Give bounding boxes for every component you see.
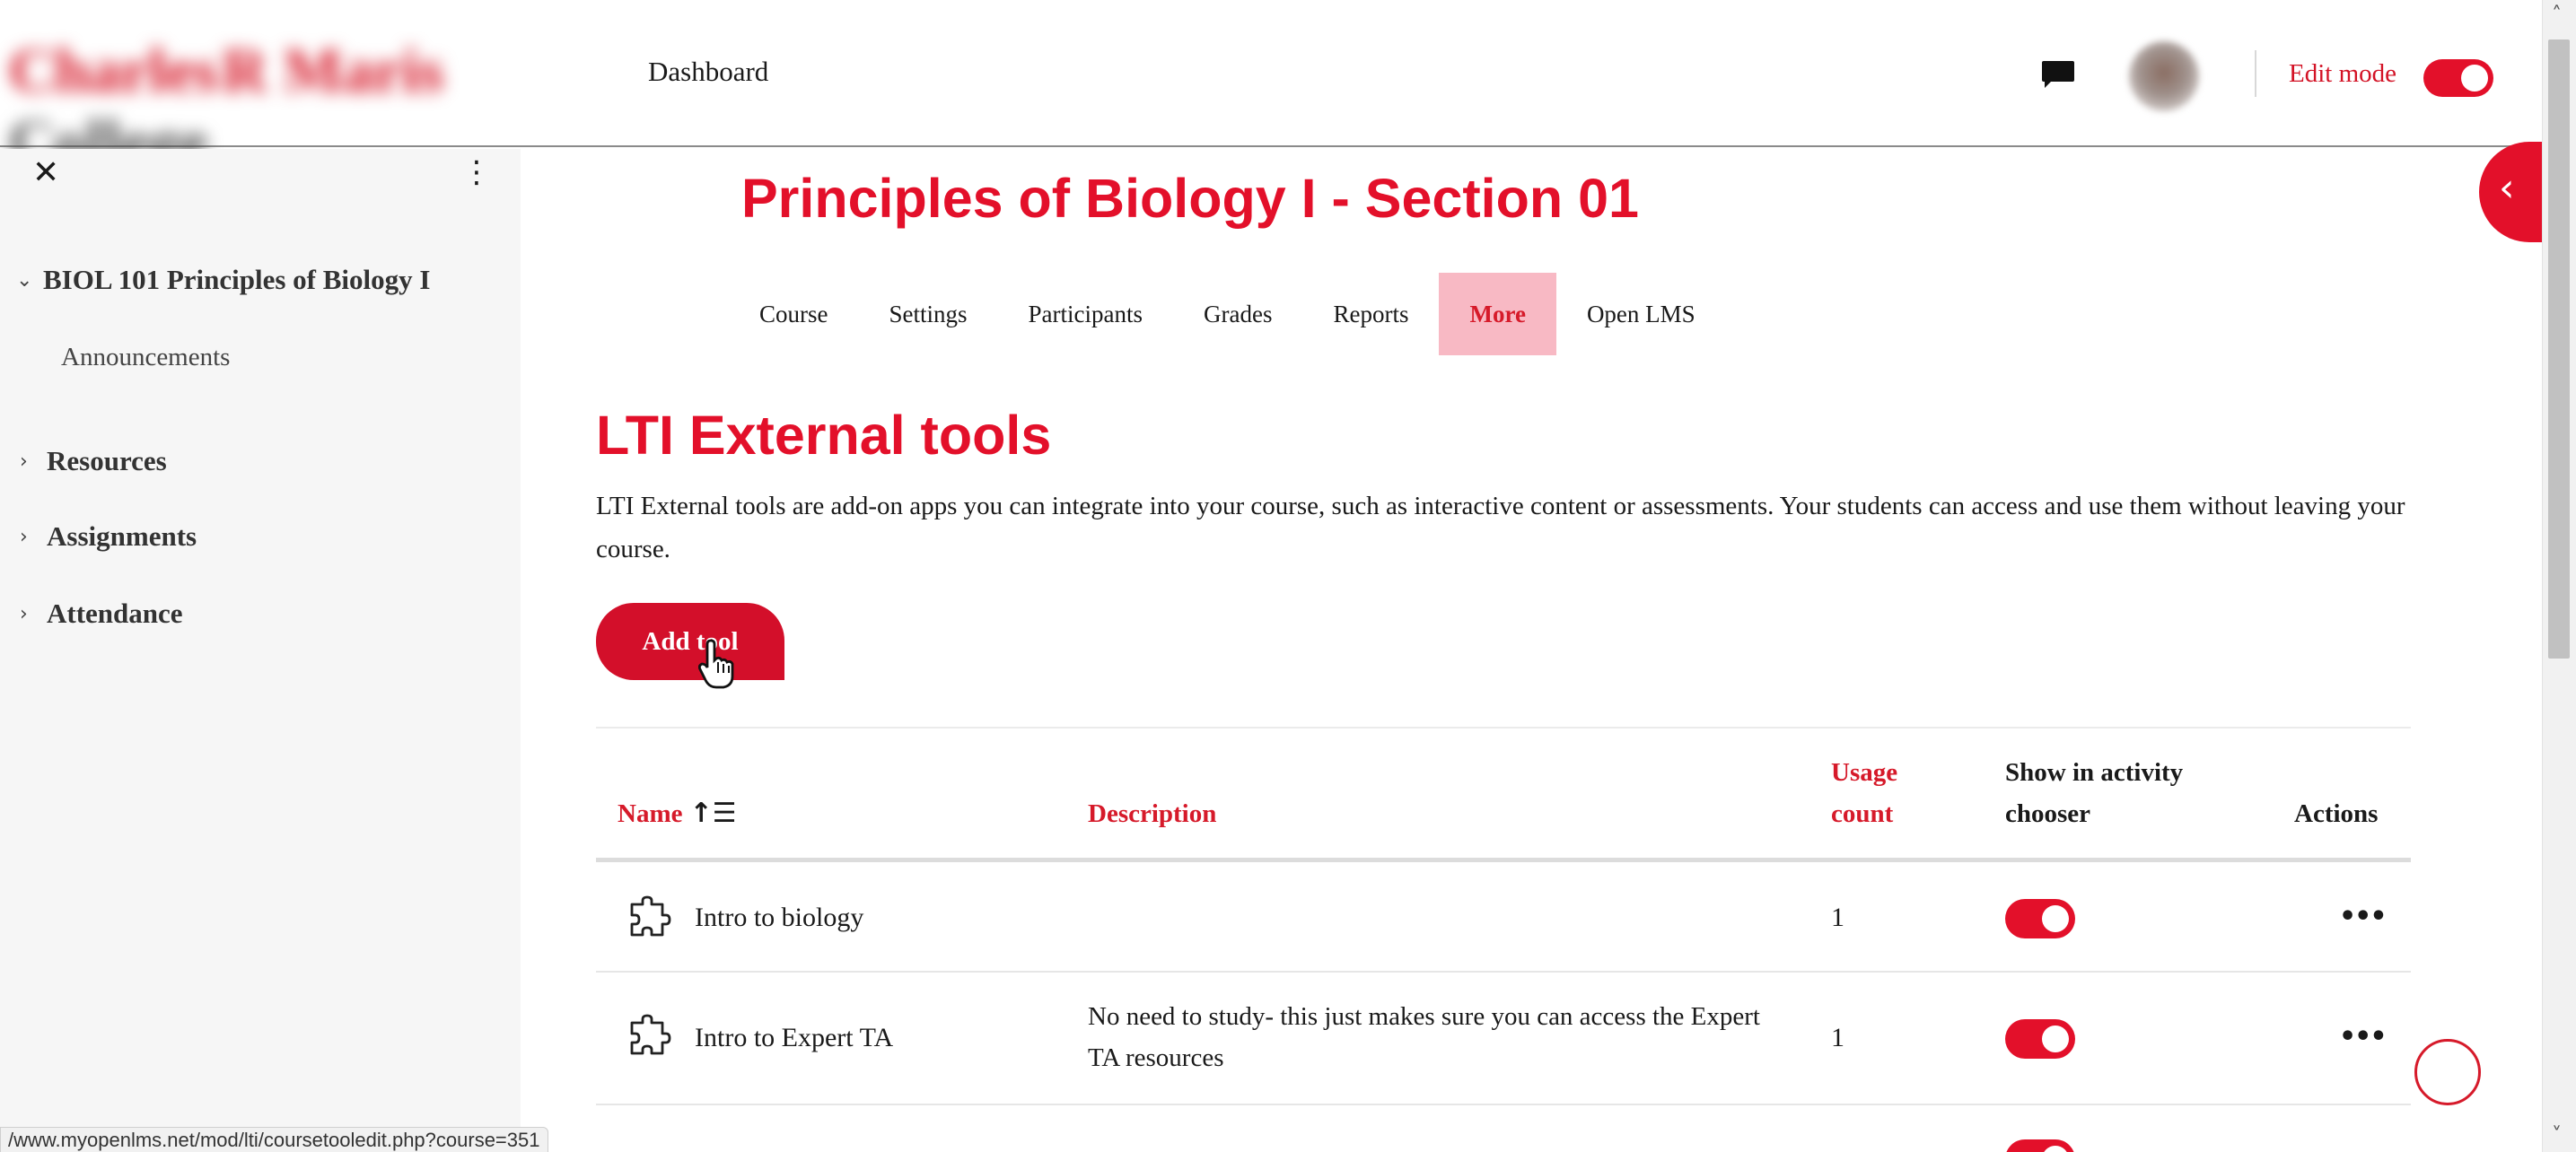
tab-course[interactable]: Course xyxy=(741,273,859,355)
chat-bubble-icon[interactable] xyxy=(2041,59,2075,90)
dashboard-link[interactable]: Dashboard xyxy=(648,56,768,88)
open-block-drawer-button[interactable]: ‹ xyxy=(2479,142,2545,242)
edit-mode-label: Edit mode xyxy=(2289,59,2397,88)
sidebar-section-attendance[interactable]: › Attendance xyxy=(20,598,183,630)
toggle-knob xyxy=(2461,65,2488,92)
college-logo[interactable]: Charles R Maris College xyxy=(9,36,574,178)
help-button[interactable] xyxy=(2414,1039,2481,1105)
add-tool-button[interactable]: Add tool xyxy=(596,603,784,680)
show-in-chooser-toggle[interactable] xyxy=(2005,899,2075,938)
page-description: LTI External tools are add-on apps you c… xyxy=(596,492,2405,563)
vertical-scrollbar[interactable]: ˄ ˅ xyxy=(2542,0,2576,1152)
sidebar-section-label: Attendance xyxy=(47,598,183,629)
column-header-name-label: Name xyxy=(618,799,683,828)
page-title: LTI External tools xyxy=(596,405,1052,466)
show-in-chooser-toggle[interactable] xyxy=(2005,1139,2075,1152)
link-status-bar: /www.myopenlms.net/mod/lti/coursetooledi… xyxy=(0,1127,548,1152)
course-secondary-nav: Course Settings Participants Grades Repo… xyxy=(741,273,1726,355)
puzzle-piece-icon xyxy=(630,895,671,937)
edit-mode-toggle[interactable] xyxy=(2423,59,2493,97)
sidebar-section-label: Assignments xyxy=(47,520,197,552)
kebab-menu-icon[interactable]: ⋮ xyxy=(461,154,492,190)
tab-grades[interactable]: Grades xyxy=(1173,273,1302,355)
column-header-usage-count[interactable]: Usage count xyxy=(1831,752,1897,834)
logo-text-2: R Maris xyxy=(222,37,444,106)
usage-header-line2: count xyxy=(1831,799,1894,828)
table-top-divider xyxy=(596,727,2411,729)
tab-settings[interactable]: Settings xyxy=(859,273,998,355)
chevron-right-icon[interactable]: › xyxy=(20,450,47,473)
row-actions-menu-icon[interactable]: ••• xyxy=(2339,901,2388,932)
puzzle-piece-icon xyxy=(630,1014,671,1055)
tool-usage-count: 1 xyxy=(1831,1023,1844,1052)
course-title: Principles of Biology I - Section 01 xyxy=(741,168,1639,229)
toggle-knob xyxy=(2042,1025,2069,1052)
top-navbar: Charles R Maris College Dashboard Edit m… xyxy=(0,0,2542,178)
tool-name: Intro to biology xyxy=(695,903,864,932)
close-icon[interactable]: ✕ xyxy=(32,154,59,191)
course-index-drawer: ✕ ⋮ ⌄ BIOL 101 Principles of Biology I A… xyxy=(0,149,521,1152)
toggle-knob xyxy=(2042,1146,2069,1152)
logo-text-1: Charles xyxy=(9,37,219,106)
chevron-left-icon: ‹ xyxy=(2499,165,2515,211)
tab-participants[interactable]: Participants xyxy=(998,273,1173,355)
sidebar-section-assignments[interactable]: › Assignments xyxy=(20,520,197,553)
sidebar-section-label: Resources xyxy=(47,445,167,476)
tool-description: No need to study- this just makes sure y… xyxy=(1088,1002,1760,1072)
table-row-divider xyxy=(596,1104,2411,1105)
sidebar-course-item[interactable]: ⌄ BIOL 101 Principles of Biology I xyxy=(16,264,430,296)
tab-more[interactable]: More xyxy=(1439,273,1556,355)
show-header-line2: chooser xyxy=(2005,799,2091,828)
sort-ascending-icon[interactable]: ↑☰ xyxy=(689,798,736,829)
column-header-description[interactable]: Description xyxy=(1088,793,1216,834)
usage-header-line1: Usage xyxy=(1831,758,1898,787)
chevron-right-icon[interactable]: › xyxy=(20,603,47,625)
sidebar-item-announcements[interactable]: Announcements xyxy=(61,343,230,372)
sidebar-section-resources[interactable]: › Resources xyxy=(20,445,167,477)
tab-open-lms[interactable]: Open LMS xyxy=(1556,273,1726,355)
toggle-knob xyxy=(2042,905,2069,932)
column-header-name[interactable]: Name ↑☰ xyxy=(618,793,737,834)
hand-pointer-cursor-icon xyxy=(698,639,734,689)
column-header-show-in-chooser: Show in activity chooser xyxy=(2005,752,2183,834)
show-header-line1: Show in activity xyxy=(2005,758,2184,787)
tab-reports[interactable]: Reports xyxy=(1302,273,1439,355)
column-header-actions: Actions xyxy=(2294,799,2379,828)
user-avatar[interactable] xyxy=(2129,41,2199,111)
table-header-divider xyxy=(596,858,2411,862)
table-row-divider xyxy=(596,971,2411,973)
chevron-right-icon[interactable]: › xyxy=(20,526,47,548)
tool-name: Intro to Expert TA xyxy=(695,1023,894,1052)
tool-usage-count: 1 xyxy=(1831,903,1844,932)
sidebar-course-label: BIOL 101 Principles of Biology I xyxy=(43,264,431,295)
navbar-divider xyxy=(2255,50,2256,97)
row-actions-menu-icon[interactable]: ••• xyxy=(2339,1021,2388,1052)
chevron-down-icon[interactable]: ⌄ xyxy=(16,269,43,292)
scroll-up-arrow-icon[interactable]: ˄ xyxy=(2552,4,2562,26)
scroll-down-arrow-icon[interactable]: ˅ xyxy=(2552,1124,2562,1147)
scrollbar-thumb[interactable] xyxy=(2548,39,2570,659)
show-in-chooser-toggle[interactable] xyxy=(2005,1019,2075,1059)
